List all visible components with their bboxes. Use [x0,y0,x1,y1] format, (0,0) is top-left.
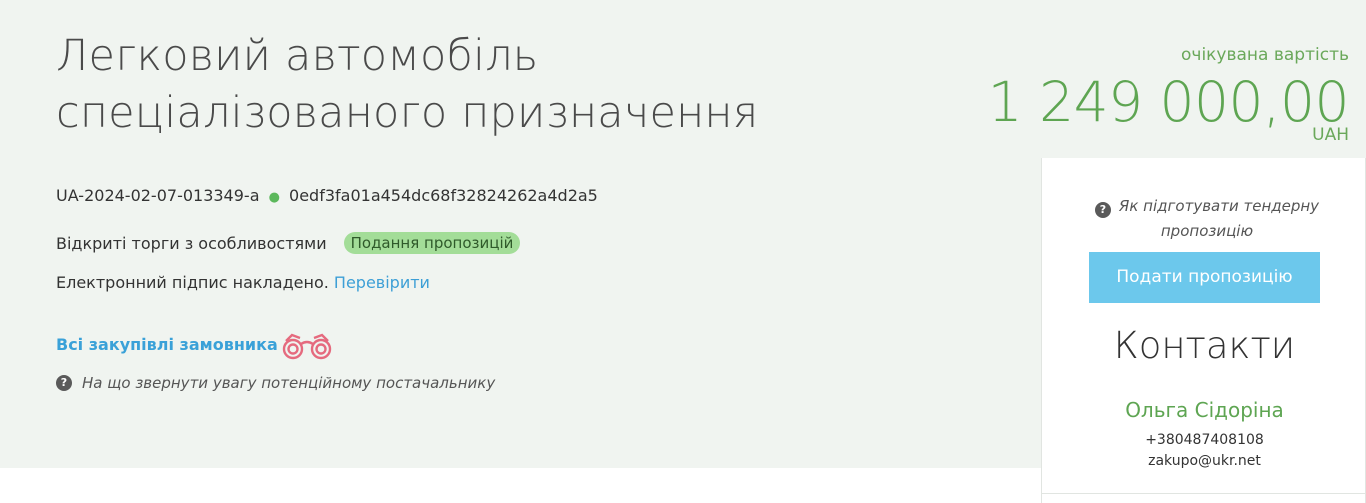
question-circle-icon: ? [56,375,72,391]
contact-email[interactable]: zakupo@ukr.net [1042,453,1366,469]
procedure-type: Відкриті торги з особливостями [56,233,327,253]
tender-hash: 0edf3fa01a454dc68f32824262a4d2a5 [289,186,598,205]
verify-signature-link[interactable]: Перевірити [334,273,430,292]
tender-identifiers: UA-2024-02-07-013349-a ● 0edf3fa01a454dc… [56,186,598,205]
separator-dot: ● [268,190,280,205]
binoculars-icon[interactable] [280,332,334,362]
divider [1042,493,1366,494]
howto-tip[interactable]: ? Як підготувати тендерну пропозицію [1082,194,1332,244]
sidebar-panel: ? Як підготувати тендерну пропозицію Пода… [1041,158,1366,503]
all-purchases-link[interactable]: Всі закупівлі замовника [56,335,278,354]
page-title: Легковий автомобіль спеціалізованого при… [56,31,759,138]
attention-tip[interactable]: ? На що звернути увагу потенційному пост… [56,374,495,392]
contact-phone[interactable]: +380487408108 [1042,432,1366,448]
expected-value-amount: 1 249 000,00 [987,70,1350,134]
expected-value-label: очікувана вартість [1181,45,1349,65]
contact-name: Ольга Сідоріна [1125,398,1284,422]
tender-id: UA-2024-02-07-013349-a [56,186,260,205]
question-circle-icon: ? [1094,202,1111,218]
signature-text: Електронний підпис накладено. [56,273,329,292]
submit-proposal-button[interactable]: Подати пропозицію [1089,252,1320,303]
expected-value-currency: UAH [1312,125,1349,145]
procedure-line: Відкриті торги з особливостями Подання п… [56,232,521,254]
status-badge: Подання пропозицій [343,232,521,254]
contacts-heading: Контакти [1113,324,1296,367]
howto-text: Як підготувати тендерну пропозицію [1118,197,1320,240]
attention-text: На що звернути увагу потенційному постач… [82,374,496,392]
signature-line: Електронний підпис накладено. Перевірити [56,273,430,292]
